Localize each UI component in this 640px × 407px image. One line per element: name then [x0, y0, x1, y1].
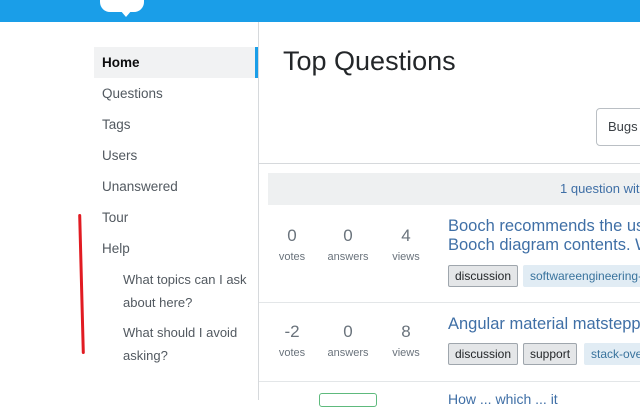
answers-count: 0	[343, 322, 353, 341]
tag-softwareengineering[interactable]: softwareengineering-	[523, 265, 640, 287]
sidebar-item-tour[interactable]: Tour	[94, 202, 258, 233]
divider	[259, 163, 640, 164]
votes-label: votes	[278, 251, 306, 263]
votes-count: 0	[287, 226, 297, 245]
top-bar	[0, 0, 640, 22]
question-row: 0 votes 0 answers 4 views Booch recommen…	[259, 205, 640, 302]
question-title[interactable]: Booch recommends the use Booch diagram c…	[448, 217, 640, 255]
sidebar-item-unanswered[interactable]: Unanswered	[94, 171, 258, 202]
help-link-topics-line2: about here?	[123, 295, 193, 310]
votes-stat: 0 votes	[267, 226, 317, 264]
question-title[interactable]: How ... which ... it	[448, 391, 640, 405]
views-count: 4	[401, 226, 411, 245]
votes-stat: -2 votes	[267, 322, 317, 360]
votes-count: -2	[284, 322, 300, 341]
help-link-avoid-line1: What should I avoid	[123, 325, 238, 340]
tag-stack-overflow[interactable]: stack-ove	[584, 343, 640, 365]
tag-discussion[interactable]: discussion	[448, 265, 519, 287]
logo-tail-icon	[120, 10, 132, 17]
votes-label: votes	[278, 347, 306, 359]
page-title: Top Questions	[283, 46, 456, 76]
answers-label: answers	[327, 347, 369, 359]
help-link-avoid-line2: asking?	[123, 348, 168, 363]
question-title-line2: Booch diagram contents. W	[448, 236, 640, 254]
help-link-topics[interactable]: What topics can I ask about here?	[123, 268, 258, 314]
sidebar-item-tags[interactable]: Tags	[94, 109, 258, 140]
views-label: views	[392, 347, 420, 359]
sidebar-item-help[interactable]: Help	[94, 233, 258, 264]
question-title[interactable]: Angular material matsteppe	[448, 315, 640, 334]
filter-bugs-button[interactable]: Bugs	[596, 108, 640, 146]
new-questions-banner[interactable]: 1 question with	[268, 173, 640, 205]
question-title-line1: Booch recommends the use	[448, 217, 640, 235]
help-link-topics-line1: What topics can I ask	[123, 272, 247, 287]
sidebar-item-users[interactable]: Users	[94, 140, 258, 171]
views-stat: 8 views	[381, 322, 431, 360]
answers-label: answers	[327, 251, 369, 263]
answers-stat: 0 answers	[323, 226, 373, 264]
answered-count-box	[319, 393, 377, 407]
views-count: 8	[401, 322, 411, 341]
row-divider	[259, 381, 640, 382]
sidebar-item-home[interactable]: Home	[94, 47, 258, 78]
views-label: views	[392, 251, 420, 263]
question-row: -2 votes 0 answers 8 views Angular mater…	[259, 303, 640, 381]
answers-count: 0	[343, 226, 353, 245]
answers-stat: 0 answers	[323, 322, 373, 360]
sidebar-item-questions[interactable]: Questions	[94, 78, 258, 109]
tag-discussion[interactable]: discussion	[448, 343, 519, 365]
tag-support[interactable]: support	[523, 343, 578, 365]
views-stat: 4 views	[381, 226, 431, 264]
help-link-avoid[interactable]: What should I avoid asking?	[123, 321, 258, 367]
